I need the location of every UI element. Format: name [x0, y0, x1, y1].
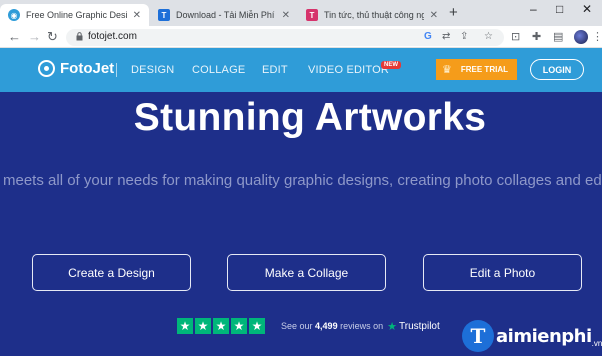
- tab-download[interactable]: T Download - Tải Miễn Phí VN - ✕: [150, 4, 298, 26]
- tab-title: Download - Tải Miễn Phí VN -: [176, 10, 276, 20]
- nav-design[interactable]: DESIGN: [131, 64, 174, 76]
- browser-tab-bar: ◉ Free Online Graphic Designer & ✕ T Dow…: [0, 0, 602, 26]
- trustpilot-brand: Trustpilot: [399, 320, 440, 332]
- hero-subline: meets all of your needs for making quali…: [3, 172, 602, 189]
- edit-photo-button[interactable]: Edit a Photo: [423, 254, 582, 291]
- free-trial-button[interactable]: ♛ FREE TRIAL: [436, 59, 517, 80]
- tab-news[interactable]: T Tin tức, thủ thuật công nghệ mo ✕: [298, 4, 446, 26]
- close-tab-icon[interactable]: ✕: [282, 10, 290, 21]
- lock-icon: [76, 32, 83, 41]
- make-collage-button[interactable]: Make a Collage: [227, 254, 386, 291]
- back-arrow-icon[interactable]: ←: [8, 29, 21, 44]
- nav-collage[interactable]: COLLAGE: [192, 64, 245, 76]
- new-tab-button[interactable]: +: [449, 4, 458, 21]
- make-collage-label: Make a Collage: [264, 265, 349, 280]
- rating-star-icon: ★: [249, 318, 265, 334]
- new-badge: NEW: [381, 61, 401, 69]
- review-text: See our 4,499 reviews on: [281, 321, 383, 331]
- watermark-text: aimienphi: [496, 325, 592, 347]
- extensions-puzzle-icon[interactable]: ✚: [532, 30, 541, 43]
- review-prefix: See our: [281, 321, 313, 331]
- url-text: fotojet.com: [88, 31, 137, 42]
- rating-star-icon: ★: [213, 318, 229, 334]
- reload-icon[interactable]: ↻: [47, 29, 58, 45]
- fotojet-logo[interactable]: FotoJet: [38, 60, 114, 77]
- media-icon[interactable]: ⊡: [511, 30, 520, 43]
- header-divider: [116, 63, 117, 77]
- news-favicon-icon: T: [306, 9, 318, 21]
- free-trial-label: FREE TRIAL: [460, 65, 508, 74]
- minimize-button[interactable]: –: [530, 2, 537, 16]
- taimienphi-watermark: T aimienphi .vn: [462, 320, 602, 352]
- hero-section: Stunning Artworks meets all of your need…: [0, 92, 602, 356]
- taimienphi-favicon-icon: T: [158, 9, 170, 21]
- nav-video-editor[interactable]: VIDEO EDITOR: [308, 64, 389, 76]
- watermark-suffix: .vn: [591, 339, 602, 348]
- close-window-button[interactable]: ✕: [582, 2, 592, 16]
- nav-edit[interactable]: EDIT: [262, 64, 288, 76]
- edit-photo-label: Edit a Photo: [469, 265, 536, 280]
- create-design-button[interactable]: Create a Design: [32, 254, 191, 291]
- review-count: 4,499: [315, 321, 338, 331]
- login-button[interactable]: LOGIN: [530, 59, 584, 80]
- fotojet-favicon-icon: ◉: [8, 9, 20, 21]
- forward-arrow-icon[interactable]: →: [28, 29, 41, 44]
- menu-dots-icon[interactable]: ⋮: [592, 30, 602, 43]
- maximize-button[interactable]: □: [556, 2, 563, 16]
- trustpilot-star-icon: ★: [387, 320, 397, 333]
- logo-text: FotoJet: [60, 60, 115, 77]
- watermark-logo-icon: T: [462, 320, 494, 352]
- fotojet-logo-icon: [38, 60, 55, 77]
- reading-list-icon[interactable]: ▤: [553, 30, 563, 43]
- trustpilot-rating[interactable]: ★ ★ ★ ★ ★ See our 4,499 reviews on ★ Tru…: [177, 318, 440, 334]
- login-label: LOGIN: [542, 64, 572, 75]
- hero-headline: Stunning Artworks: [133, 96, 487, 139]
- browser-toolbar: ← → ↻ fotojet.com G ⇄ ⇪ ☆ ⊡ ✚ ▤ ⋮: [0, 26, 602, 48]
- rating-star-icon: ★: [195, 318, 211, 334]
- profile-avatar[interactable]: [574, 30, 588, 44]
- site-header: FotoJet DESIGN COLLAGE EDIT VIDEO EDITOR…: [0, 48, 602, 92]
- address-bar[interactable]: fotojet.com G ⇄ ⇪ ☆: [66, 29, 504, 46]
- translate-icon[interactable]: ⇄: [442, 31, 450, 42]
- review-suffix: reviews on: [340, 321, 384, 331]
- crown-icon: ♛: [442, 64, 452, 76]
- rating-star-icon: ★: [231, 318, 247, 334]
- tab-title: Free Online Graphic Designer &: [26, 10, 127, 20]
- close-tab-icon[interactable]: ✕: [430, 10, 438, 21]
- rating-star-icon: ★: [177, 318, 193, 334]
- bookmark-star-icon[interactable]: ☆: [484, 31, 493, 42]
- close-tab-icon[interactable]: ✕: [133, 10, 141, 21]
- tab-title: Tin tức, thủ thuật công nghệ mo: [324, 10, 424, 20]
- create-design-label: Create a Design: [68, 265, 155, 280]
- tab-fotojet[interactable]: ◉ Free Online Graphic Designer & ✕: [0, 4, 149, 26]
- google-icon[interactable]: G: [424, 31, 432, 42]
- share-icon[interactable]: ⇪: [460, 31, 468, 42]
